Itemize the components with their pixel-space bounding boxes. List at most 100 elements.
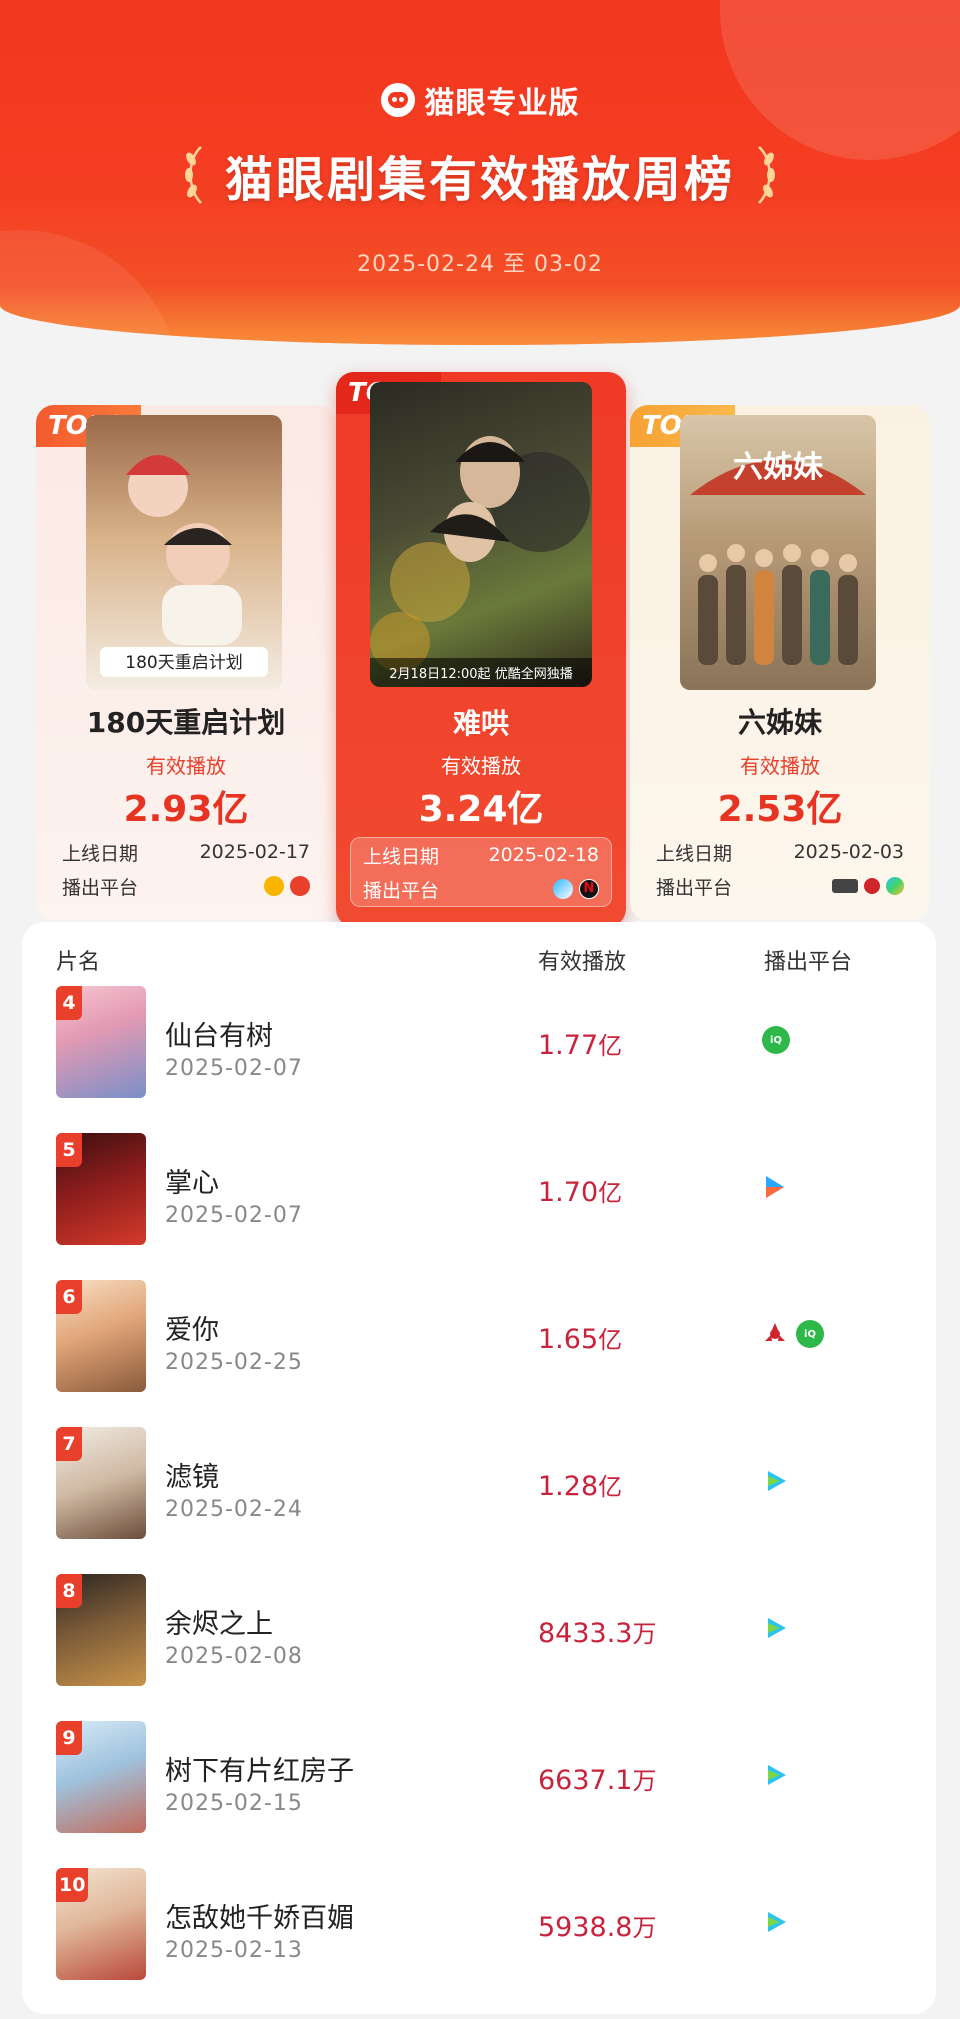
release-date-label: 上线日期: [656, 842, 733, 865]
header-glow: [0, 285, 960, 345]
release-date: 2025-02-25: [165, 1350, 303, 1375]
brand-name: 猫眼专业版: [424, 86, 580, 121]
cctv8-icon: [864, 878, 880, 894]
meta-box: 上线日期 2025-02-18 播出平台 N: [350, 837, 612, 907]
rank-badge: 5: [56, 1133, 82, 1167]
youku-icon: [553, 879, 573, 899]
cctv-icon: [832, 879, 858, 893]
plays-value: 6637.1万: [538, 1765, 657, 1796]
iqiyi-icon: iQ: [796, 1320, 824, 1348]
plays-value: 5938.8万: [538, 1912, 657, 1943]
platform-icons: iQ: [762, 1026, 790, 1054]
plays-value: 2.93亿: [123, 789, 249, 830]
page-title: 猫眼剧集有效播放周榜: [224, 152, 735, 208]
tencent-video-icon: [768, 1765, 786, 1785]
svg-text:180天重启计划: 180天重启计划: [125, 653, 242, 673]
meta-box: 上线日期 2025-02-03 播出平台: [644, 835, 916, 903]
title-row: 猫眼剧集有效播放周榜: [0, 140, 960, 210]
netflix-icon: N: [579, 879, 599, 899]
maoyan-cat-logo-icon: [380, 83, 415, 117]
poster-caption: 2月18日12:00起 优酷全网独播: [389, 666, 572, 682]
plays-value: 2.53亿: [717, 789, 843, 830]
platform-label: 播出平台: [656, 876, 733, 899]
list-item[interactable]: 8 余烬之上 2025-02-08 8433.3万: [22, 1574, 936, 1721]
release-date: 2025-02-07: [165, 1056, 303, 1081]
plays-label: 有效播放: [146, 754, 226, 778]
list-header: 片名 有效播放 播出平台: [22, 944, 936, 980]
plays-value: 1.77亿: [538, 1030, 623, 1061]
release-date: 2025-02-24: [165, 1497, 303, 1522]
drama-title: 掌心: [165, 1168, 219, 1199]
tencent-video-icon: [768, 1618, 786, 1638]
tencent-video-icon: [768, 1912, 786, 1932]
laurel-left-icon: [184, 146, 202, 204]
list-item[interactable]: 10 怎敌她千娇百媚 2025-02-13 5938.8万: [22, 1868, 936, 2015]
list-item[interactable]: 5 掌心 2025-02-07 1.70亿: [22, 1133, 936, 1280]
platform-label: 播出平台: [363, 879, 440, 902]
list-item[interactable]: 9 树下有片红房子 2025-02-15 6637.1万: [22, 1721, 936, 1868]
rank-badge: 6: [56, 1280, 82, 1314]
plays-value: 1.70亿: [538, 1177, 623, 1208]
tencent-video-icon: [768, 1471, 786, 1491]
platform-label: 播出平台: [62, 876, 139, 899]
iqiyi-icon: iQ: [762, 1026, 790, 1054]
col-plays-header: 有效播放: [538, 950, 627, 975]
drama-title: 爱你: [165, 1315, 219, 1346]
top3-card[interactable]: TOP3 六姊妹 六姊妹 有效播放 2.53亿 上线日期2025-02-03 播…: [630, 405, 930, 920]
youku-icon: [766, 1176, 784, 1198]
plays-value: 1.28亿: [538, 1471, 623, 1502]
col-name-header: 片名: [56, 950, 101, 975]
top2-card[interactable]: TOP2 180天重启计划 180天重启计划 有效播放 2.93亿 上线日期20…: [36, 405, 336, 920]
platform-icons: iQ: [762, 1320, 824, 1348]
poster-image[interactable]: 六姊妹: [680, 415, 876, 690]
release-date: 2025-02-03: [793, 841, 904, 863]
release-date-label: 上线日期: [363, 845, 440, 868]
drama-title: 树下有片红房子: [165, 1756, 354, 1787]
tencent-video-icon: [886, 877, 904, 895]
rank-badge: 9: [56, 1721, 82, 1755]
drama-title: 180天重启计划: [86, 706, 286, 739]
drama-title: 仙台有树: [165, 1021, 273, 1052]
date-range: 2025-02-24 至 03-02: [357, 252, 603, 277]
release-date: 2025-02-15: [165, 1791, 303, 1816]
cctv-icon: [765, 1323, 785, 1341]
platform-icons: [762, 1614, 790, 1642]
release-date: 2025-02-13: [165, 1938, 303, 1963]
laurel-right-icon: [758, 146, 775, 204]
release-date-label: 上线日期: [62, 842, 139, 865]
meta-box: 上线日期 2025-02-17 播出平台: [50, 835, 322, 903]
release-date: 2025-02-08: [165, 1644, 303, 1669]
platform-icons: [762, 1467, 790, 1495]
poster-image[interactable]: 2月18日12:00起 优酷全网独播: [370, 382, 592, 687]
header-banner: 猫眼专业版 猫眼剧集有效播放周榜 2025-02-24 至 03-02: [0, 0, 960, 345]
rank-badge: 7: [56, 1427, 82, 1461]
rank-badge: 8: [56, 1574, 82, 1608]
poster-image[interactable]: 180天重启计划: [86, 415, 282, 690]
release-date: 2025-02-07: [165, 1203, 303, 1228]
plays-value: 1.65亿: [538, 1324, 623, 1355]
release-date: 2025-02-17: [199, 841, 310, 863]
col-platform-header: 播出平台: [764, 950, 853, 975]
drama-title: 六姊妹: [737, 706, 822, 739]
plays-label: 有效播放: [441, 754, 521, 778]
drama-title: 余烬之上: [165, 1609, 273, 1640]
drama-title: 滤镜: [165, 1462, 219, 1493]
drama-title: 难哄: [452, 707, 509, 740]
plays-value: 3.24亿: [418, 789, 544, 830]
plays-value: 8433.3万: [538, 1618, 657, 1649]
list-item[interactable]: 6 爱你 2025-02-25 1.65亿 iQ: [22, 1280, 936, 1427]
platform-icons: [762, 1761, 790, 1789]
platform-icons: [762, 1908, 790, 1936]
platform-icons: [762, 1173, 788, 1201]
mango-tv-icon: [264, 876, 284, 896]
rank-badge: 4: [56, 986, 82, 1020]
list-item[interactable]: 4 仙台有树 2025-02-07 1.77亿 iQ: [22, 986, 936, 1133]
brand-row: 猫眼专业版: [0, 78, 960, 122]
rank-badge: 10: [56, 1868, 89, 1902]
ranking-list: 片名 有效播放 播出平台 4 仙台有树 2025-02-07 1.77亿 iQ …: [22, 922, 936, 2014]
plays-label: 有效播放: [740, 754, 820, 778]
mgtv-red-icon: [290, 876, 310, 896]
list-item[interactable]: 7 滤镜 2025-02-24 1.28亿: [22, 1427, 936, 1574]
top1-card[interactable]: TOP1 2月18日12:00起 优酷全网独播 难哄 有效播放 3.24亿 上线…: [336, 372, 626, 927]
drama-title: 怎敌她千娇百媚: [165, 1903, 354, 1934]
